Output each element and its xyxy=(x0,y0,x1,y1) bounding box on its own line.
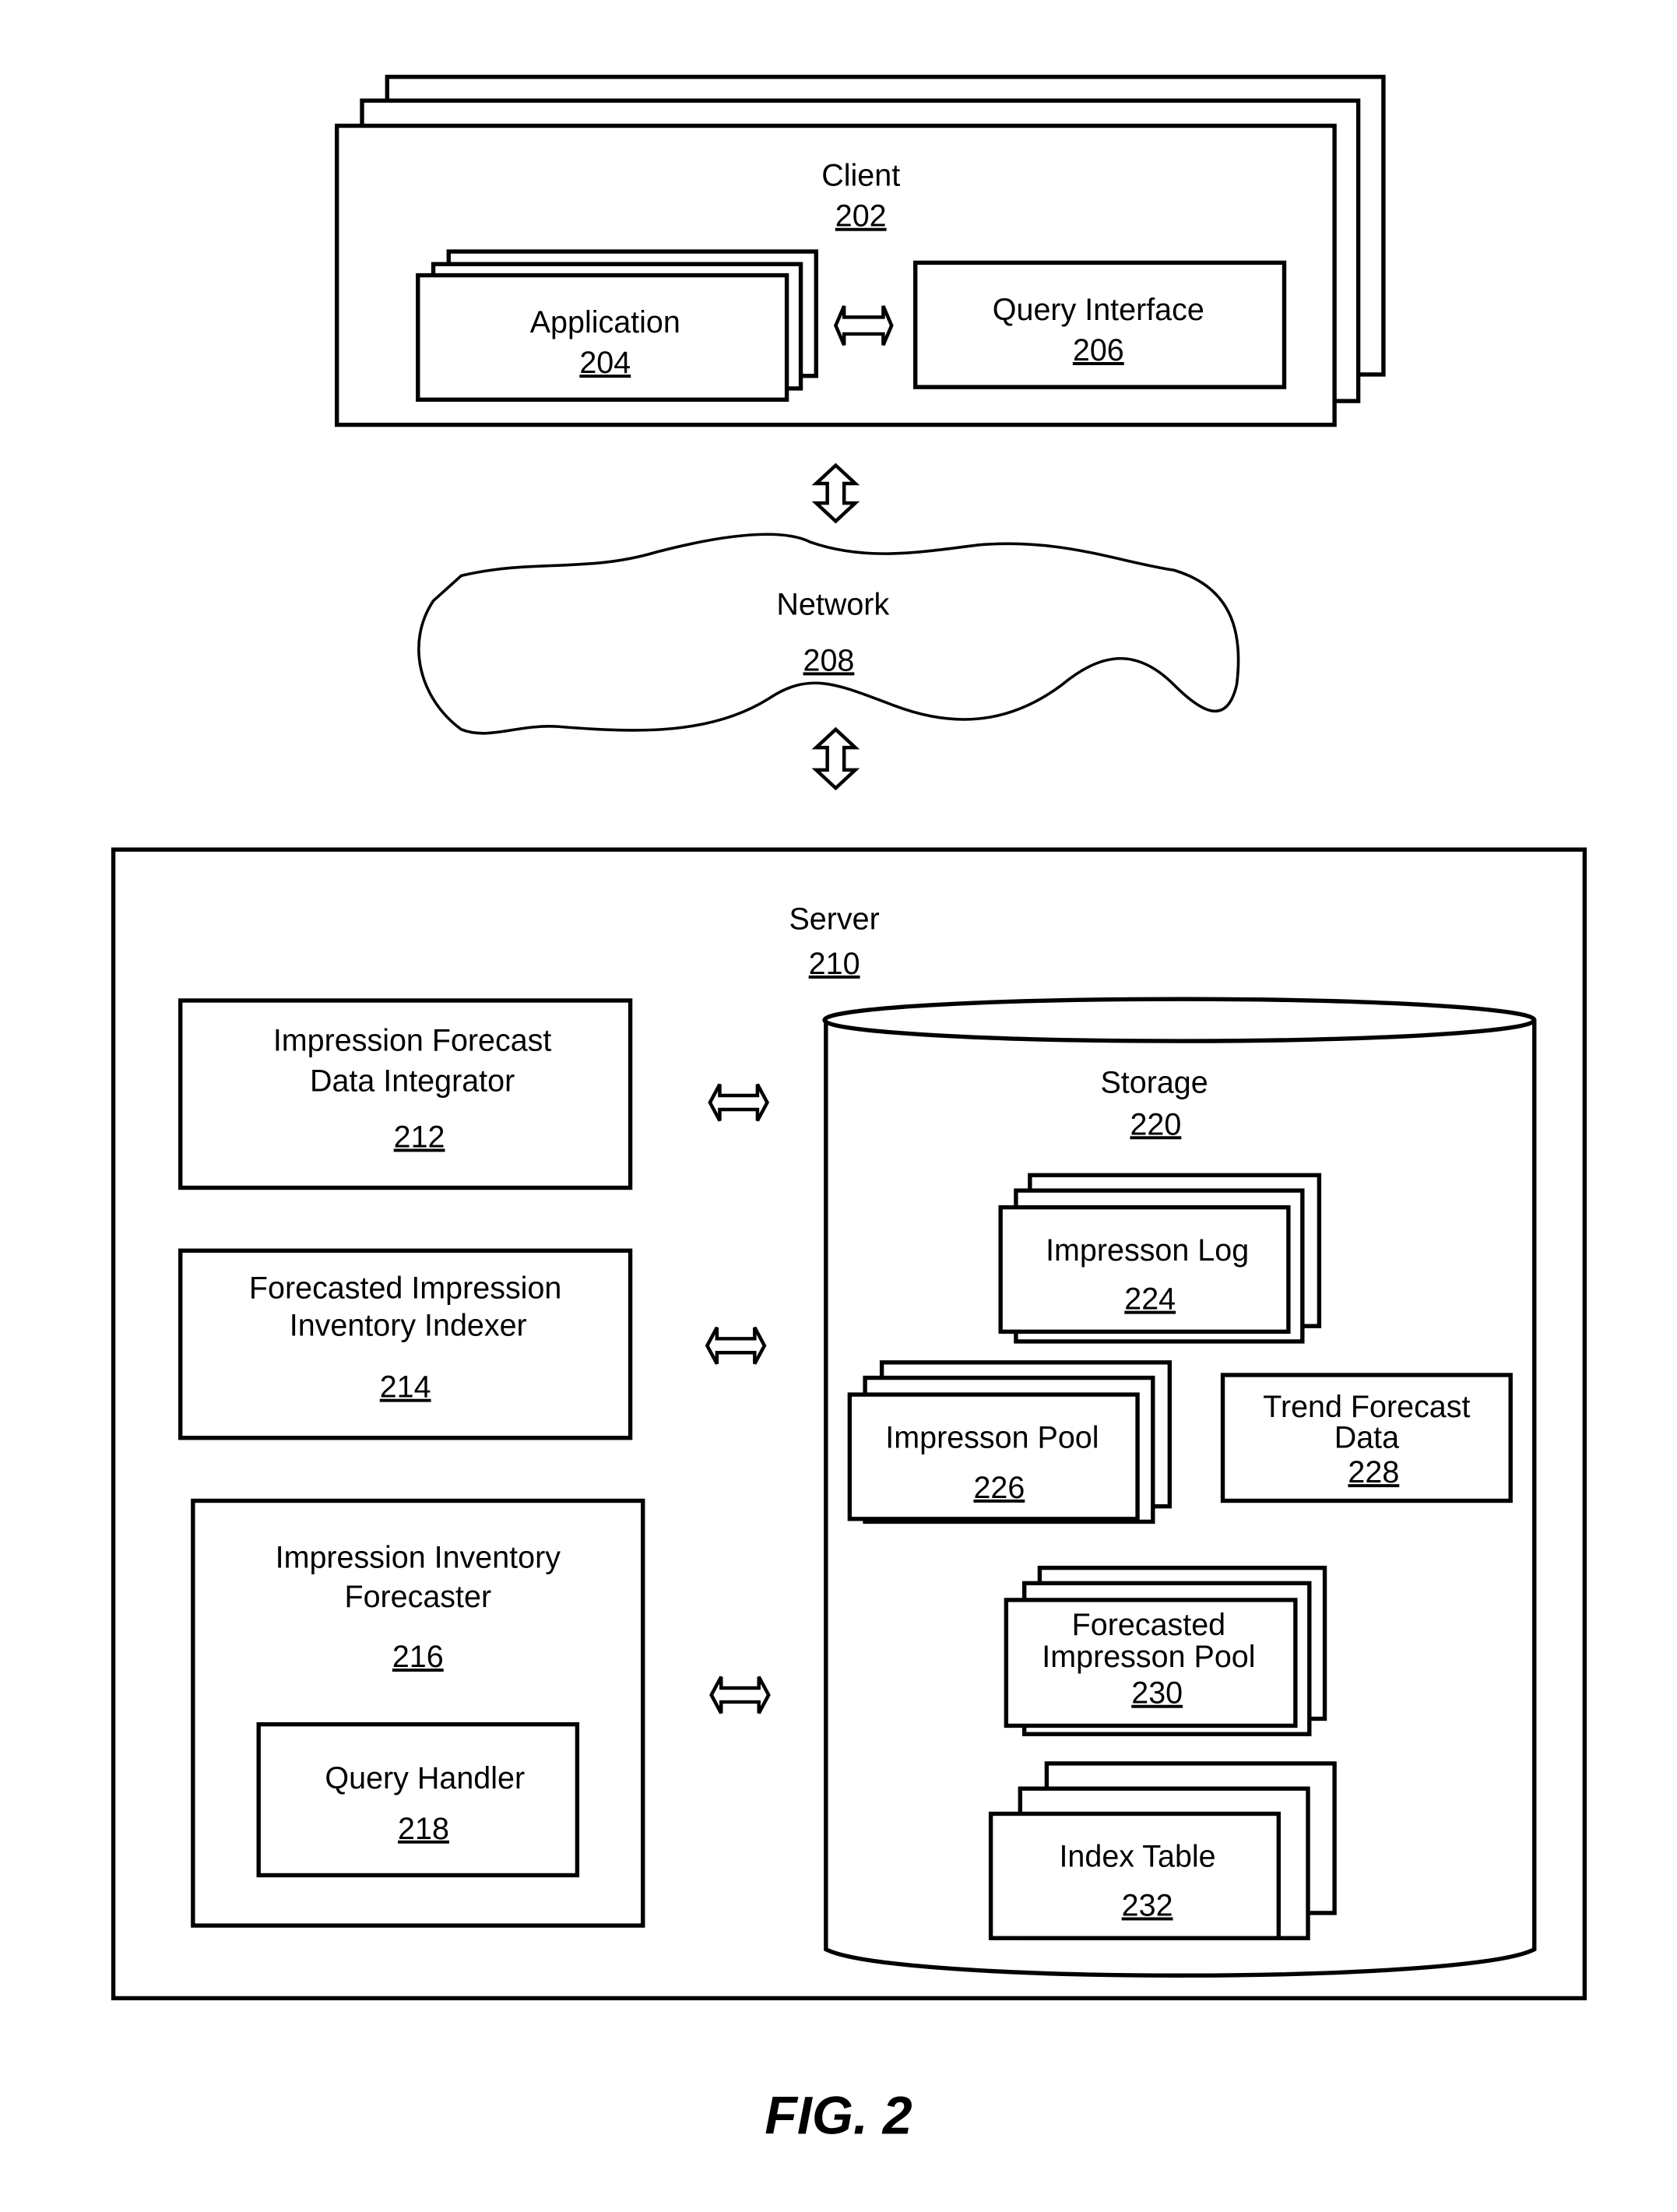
indexer-ref: 214 xyxy=(380,1370,431,1405)
data-integrator-block: Impression Forecast Data Integrator 212 xyxy=(178,998,633,1190)
system-diagram: Client 202 Application 204 Query Interfa… xyxy=(111,75,1587,2145)
impression-pool-block: Impresson Pool 226 xyxy=(847,1360,1172,1524)
forecaster-line2: Forecaster xyxy=(344,1580,491,1614)
query-interface-label: Query Interface xyxy=(993,293,1204,327)
impression-pool-label: Impresson Pool xyxy=(885,1420,1099,1454)
figure-label: FIG. 2 xyxy=(765,2086,912,2145)
impression-log-label: Impresson Log xyxy=(1046,1233,1249,1268)
impression-pool-ref: 226 xyxy=(973,1471,1025,1505)
client-label: Client xyxy=(821,159,900,193)
data-integrator-line2: Data Integrator xyxy=(310,1064,515,1099)
data-integrator-ref: 212 xyxy=(394,1120,445,1154)
trend-forecast-block: Trend Forecast Data 228 xyxy=(1220,1373,1513,1503)
query-handler-ref: 218 xyxy=(398,1812,449,1846)
forecasted-pool-block: Forecasted Impresson Pool 230 xyxy=(1004,1565,1327,1736)
network-ref: 208 xyxy=(803,643,855,677)
data-integrator-line1: Impression Forecast xyxy=(273,1024,552,1058)
server-label: Server xyxy=(789,902,879,936)
forecaster-ref: 216 xyxy=(392,1640,444,1674)
vertical-bidirectional-arrow-icon xyxy=(811,462,860,524)
forecasted-pool-ref: 230 xyxy=(1131,1676,1183,1711)
forecaster-line1: Impression Inventory xyxy=(276,1541,561,1575)
forecaster-block: Impression Inventory Forecaster 216 Quer… xyxy=(191,1498,645,1928)
client-ref: 202 xyxy=(835,199,887,234)
trend-forecast-line2: Data xyxy=(1334,1420,1399,1454)
forecasted-pool-line2: Impresson Pool xyxy=(1042,1640,1255,1674)
query-handler-label: Query Handler xyxy=(325,1761,525,1795)
indexer-block: Forecasted Impression Inventory Indexer … xyxy=(178,1248,633,1440)
storage-ref: 220 xyxy=(1130,1107,1181,1141)
query-interface-block: Query Interface 206 xyxy=(913,260,1287,389)
impression-log-block: Impresson Log 224 xyxy=(998,1173,1322,1344)
storage-label: Storage xyxy=(1100,1065,1208,1099)
network-cloud: Network 208 xyxy=(417,533,1240,735)
forecasted-pool-line1: Forecasted xyxy=(1072,1608,1225,1642)
query-interface-ref: 206 xyxy=(1073,333,1124,367)
index-table-label: Index Table xyxy=(1059,1840,1215,1874)
application-ref: 204 xyxy=(579,346,631,380)
index-table-ref: 232 xyxy=(1122,1889,1173,1923)
impression-log-ref: 224 xyxy=(1124,1282,1176,1317)
server-ref: 210 xyxy=(809,947,860,981)
network-label: Network xyxy=(776,588,889,622)
application-block: Application 204 xyxy=(416,249,818,402)
trend-forecast-line1: Trend Forecast xyxy=(1263,1390,1470,1424)
vertical-bidirectional-arrow-icon xyxy=(811,726,860,791)
trend-forecast-ref: 228 xyxy=(1348,1455,1399,1489)
indexer-line1: Forecasted Impression xyxy=(249,1271,561,1305)
indexer-line2: Inventory Indexer xyxy=(290,1309,527,1343)
index-table-block: Index Table 232 xyxy=(988,1761,1337,1940)
application-label: Application xyxy=(530,305,680,339)
